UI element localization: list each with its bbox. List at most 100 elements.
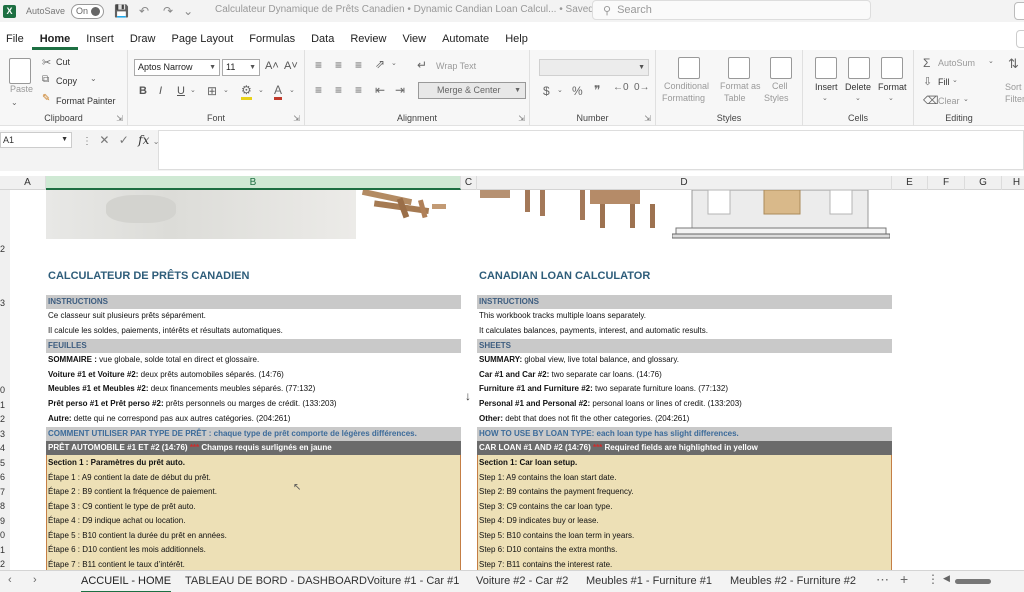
sort-button[interactable]: Sort — [1005, 82, 1022, 92]
save-icon[interactable]: 💾 — [114, 4, 129, 18]
shrink-font-button[interactable]: A˅ — [284, 60, 298, 72]
font-color-icon[interactable]: A — [274, 83, 283, 100]
borders-dropdown-icon[interactable]: ⌄ — [223, 86, 229, 94]
format-as-table-button[interactable]: Format as — [720, 81, 761, 91]
paste-dropdown-icon[interactable]: ⌄ — [11, 98, 18, 107]
tab-home[interactable]: Home — [31, 30, 79, 50]
tab-view[interactable]: View — [394, 30, 434, 50]
autosum-button[interactable]: AutoSum — [938, 58, 975, 68]
insert-dropdown-icon[interactable]: ⌄ — [822, 94, 828, 102]
clear-button[interactable]: Clear — [938, 96, 960, 106]
fill-color-dropdown-icon[interactable]: ⌄ — [258, 86, 264, 94]
column-header-d[interactable]: D — [477, 176, 892, 190]
sheet-tab-dashboard[interactable]: TABLEAU DE BORD - DASHBOARD — [185, 571, 367, 592]
merge-center-button[interactable]: Merge & Center ▼ — [418, 82, 526, 99]
tab-formulas[interactable]: Formulas — [241, 30, 303, 50]
font-name-select[interactable]: Aptos Narrow ▼ — [134, 59, 220, 76]
row-header[interactable]: 8 — [0, 499, 10, 513]
fill-dropdown-icon[interactable]: ⌄ — [952, 76, 958, 84]
column-header-a[interactable]: A — [10, 176, 46, 190]
add-sheet-icon[interactable]: + — [900, 571, 908, 587]
search-input[interactable]: ⚲ Search — [592, 0, 871, 20]
account-button[interactable] — [1014, 2, 1024, 20]
comments-button[interactable] — [1016, 30, 1024, 48]
grow-font-button[interactable]: A˄ — [265, 60, 279, 72]
underline-button[interactable]: U — [177, 85, 185, 97]
tab-draw[interactable]: Draw — [122, 30, 164, 50]
format-as-table-label2[interactable]: Table — [724, 93, 746, 103]
sheet-options-icon[interactable]: ⋮ — [927, 572, 939, 586]
font-size-select[interactable]: 11 ▼ — [222, 59, 260, 76]
copy-dropdown-icon[interactable]: ⌄ — [90, 74, 97, 83]
cut-button[interactable]: Cut — [56, 57, 70, 67]
undo-icon[interactable]: ↶ — [139, 4, 149, 18]
paste-label[interactable]: Paste — [10, 84, 33, 94]
tab-insert[interactable]: Insert — [78, 30, 122, 50]
tab-data[interactable]: Data — [303, 30, 342, 50]
next-sheet-icon[interactable]: › — [33, 574, 37, 586]
row-header[interactable]: 2 — [0, 412, 10, 426]
formula-input[interactable] — [158, 130, 1024, 170]
tab-review[interactable]: Review — [342, 30, 394, 50]
wrap-text-button[interactable]: Wrap Text — [436, 61, 476, 71]
name-box[interactable]: A1 ▼ — [0, 132, 72, 148]
prev-sheet-icon[interactable]: ‹ — [8, 574, 12, 586]
align-center-icon[interactable]: ≡ — [335, 83, 342, 97]
row-header[interactable]: 2 — [0, 242, 10, 256]
sheet-tab-furniture-1[interactable]: Meubles #1 - Furniture #1 — [586, 571, 712, 592]
cancel-formula-icon[interactable]: ✕ — [99, 133, 109, 147]
row-header[interactable]: 6 — [0, 470, 10, 484]
font-launcher-icon[interactable]: ⇲ — [293, 114, 300, 123]
tab-automate[interactable]: Automate — [434, 30, 497, 50]
row-header[interactable]: 2 — [0, 557, 10, 570]
row-header[interactable]: 4 — [0, 441, 10, 455]
alignment-launcher-icon[interactable]: ⇲ — [518, 114, 525, 123]
increase-decimal-icon[interactable]: ←0 — [613, 82, 629, 93]
row-header[interactable]: 0 — [0, 528, 10, 542]
redo-icon[interactable]: ↷ — [163, 4, 173, 18]
clipboard-launcher-icon[interactable]: ⇲ — [116, 114, 123, 123]
autosum-dropdown-icon[interactable]: ⌄ — [988, 57, 994, 65]
insert-button[interactable]: Insert — [815, 82, 838, 92]
bottom-align-icon[interactable]: ≡ — [355, 58, 362, 72]
number-format-select[interactable]: ▼ — [539, 59, 649, 76]
quick-access-more-icon[interactable]: ⌄ — [183, 4, 193, 18]
cell-styles-label2[interactable]: Styles — [764, 93, 789, 103]
column-header-c[interactable]: C — [461, 176, 477, 190]
decrease-decimal-icon[interactable]: 0→ — [634, 82, 650, 93]
italic-button[interactable]: I — [159, 85, 162, 97]
sheet-tab-accueil-home[interactable]: ACCUEIL - HOME — [81, 571, 172, 592]
insert-function-button[interactable]: fx — [138, 133, 149, 147]
align-right-icon[interactable]: ≡ — [355, 83, 362, 97]
sheet-tab-car-2[interactable]: Voiture #2 - Car #2 — [476, 571, 568, 592]
bold-button[interactable]: B — [139, 85, 147, 97]
column-header-e[interactable]: E — [892, 176, 928, 190]
cell-styles-button[interactable]: Cell — [772, 81, 788, 91]
paste-icon[interactable] — [9, 58, 31, 84]
fill-color-icon[interactable]: ⚙ — [241, 83, 252, 100]
currency-button[interactable]: $ — [543, 84, 550, 98]
more-sheets-icon[interactable]: ⋯ — [876, 572, 889, 588]
increase-indent-icon[interactable]: ⇥ — [395, 83, 405, 97]
top-align-icon[interactable]: ≡ — [315, 58, 322, 72]
decrease-indent-icon[interactable]: ⇤ — [375, 83, 385, 97]
autosave-toggle[interactable]: On — [71, 3, 105, 19]
underline-dropdown-icon[interactable]: ⌄ — [190, 86, 196, 94]
comma-style-icon[interactable]: ❞ — [594, 83, 600, 97]
percent-button[interactable]: % — [572, 84, 583, 98]
clear-dropdown-icon[interactable]: ⌄ — [963, 95, 969, 103]
document-title[interactable]: Calculateur Dynamique de Prêts Canadien … — [215, 4, 594, 15]
orientation-icon[interactable]: ⇗ — [375, 57, 385, 71]
row-header[interactable]: 0 — [0, 383, 10, 397]
row-header[interactable]: 1 — [0, 543, 10, 557]
font-color-dropdown-icon[interactable]: ⌄ — [289, 86, 295, 94]
tab-file[interactable]: File — [0, 30, 32, 50]
tab-help[interactable]: Help — [497, 30, 536, 50]
scroll-left-icon[interactable]: ◀ — [943, 573, 950, 584]
fill-button[interactable]: Fill — [938, 77, 950, 87]
worksheet-grid[interactable]: CALCULATEUR DE PRÊTS CANADIEN CANADIAN L… — [10, 190, 1024, 570]
row-header[interactable]: 9 — [0, 514, 10, 528]
orientation-dropdown-icon[interactable]: ⌄ — [391, 59, 397, 67]
row-header[interactable]: 7 — [0, 485, 10, 499]
row-header[interactable]: 1 — [0, 398, 10, 412]
